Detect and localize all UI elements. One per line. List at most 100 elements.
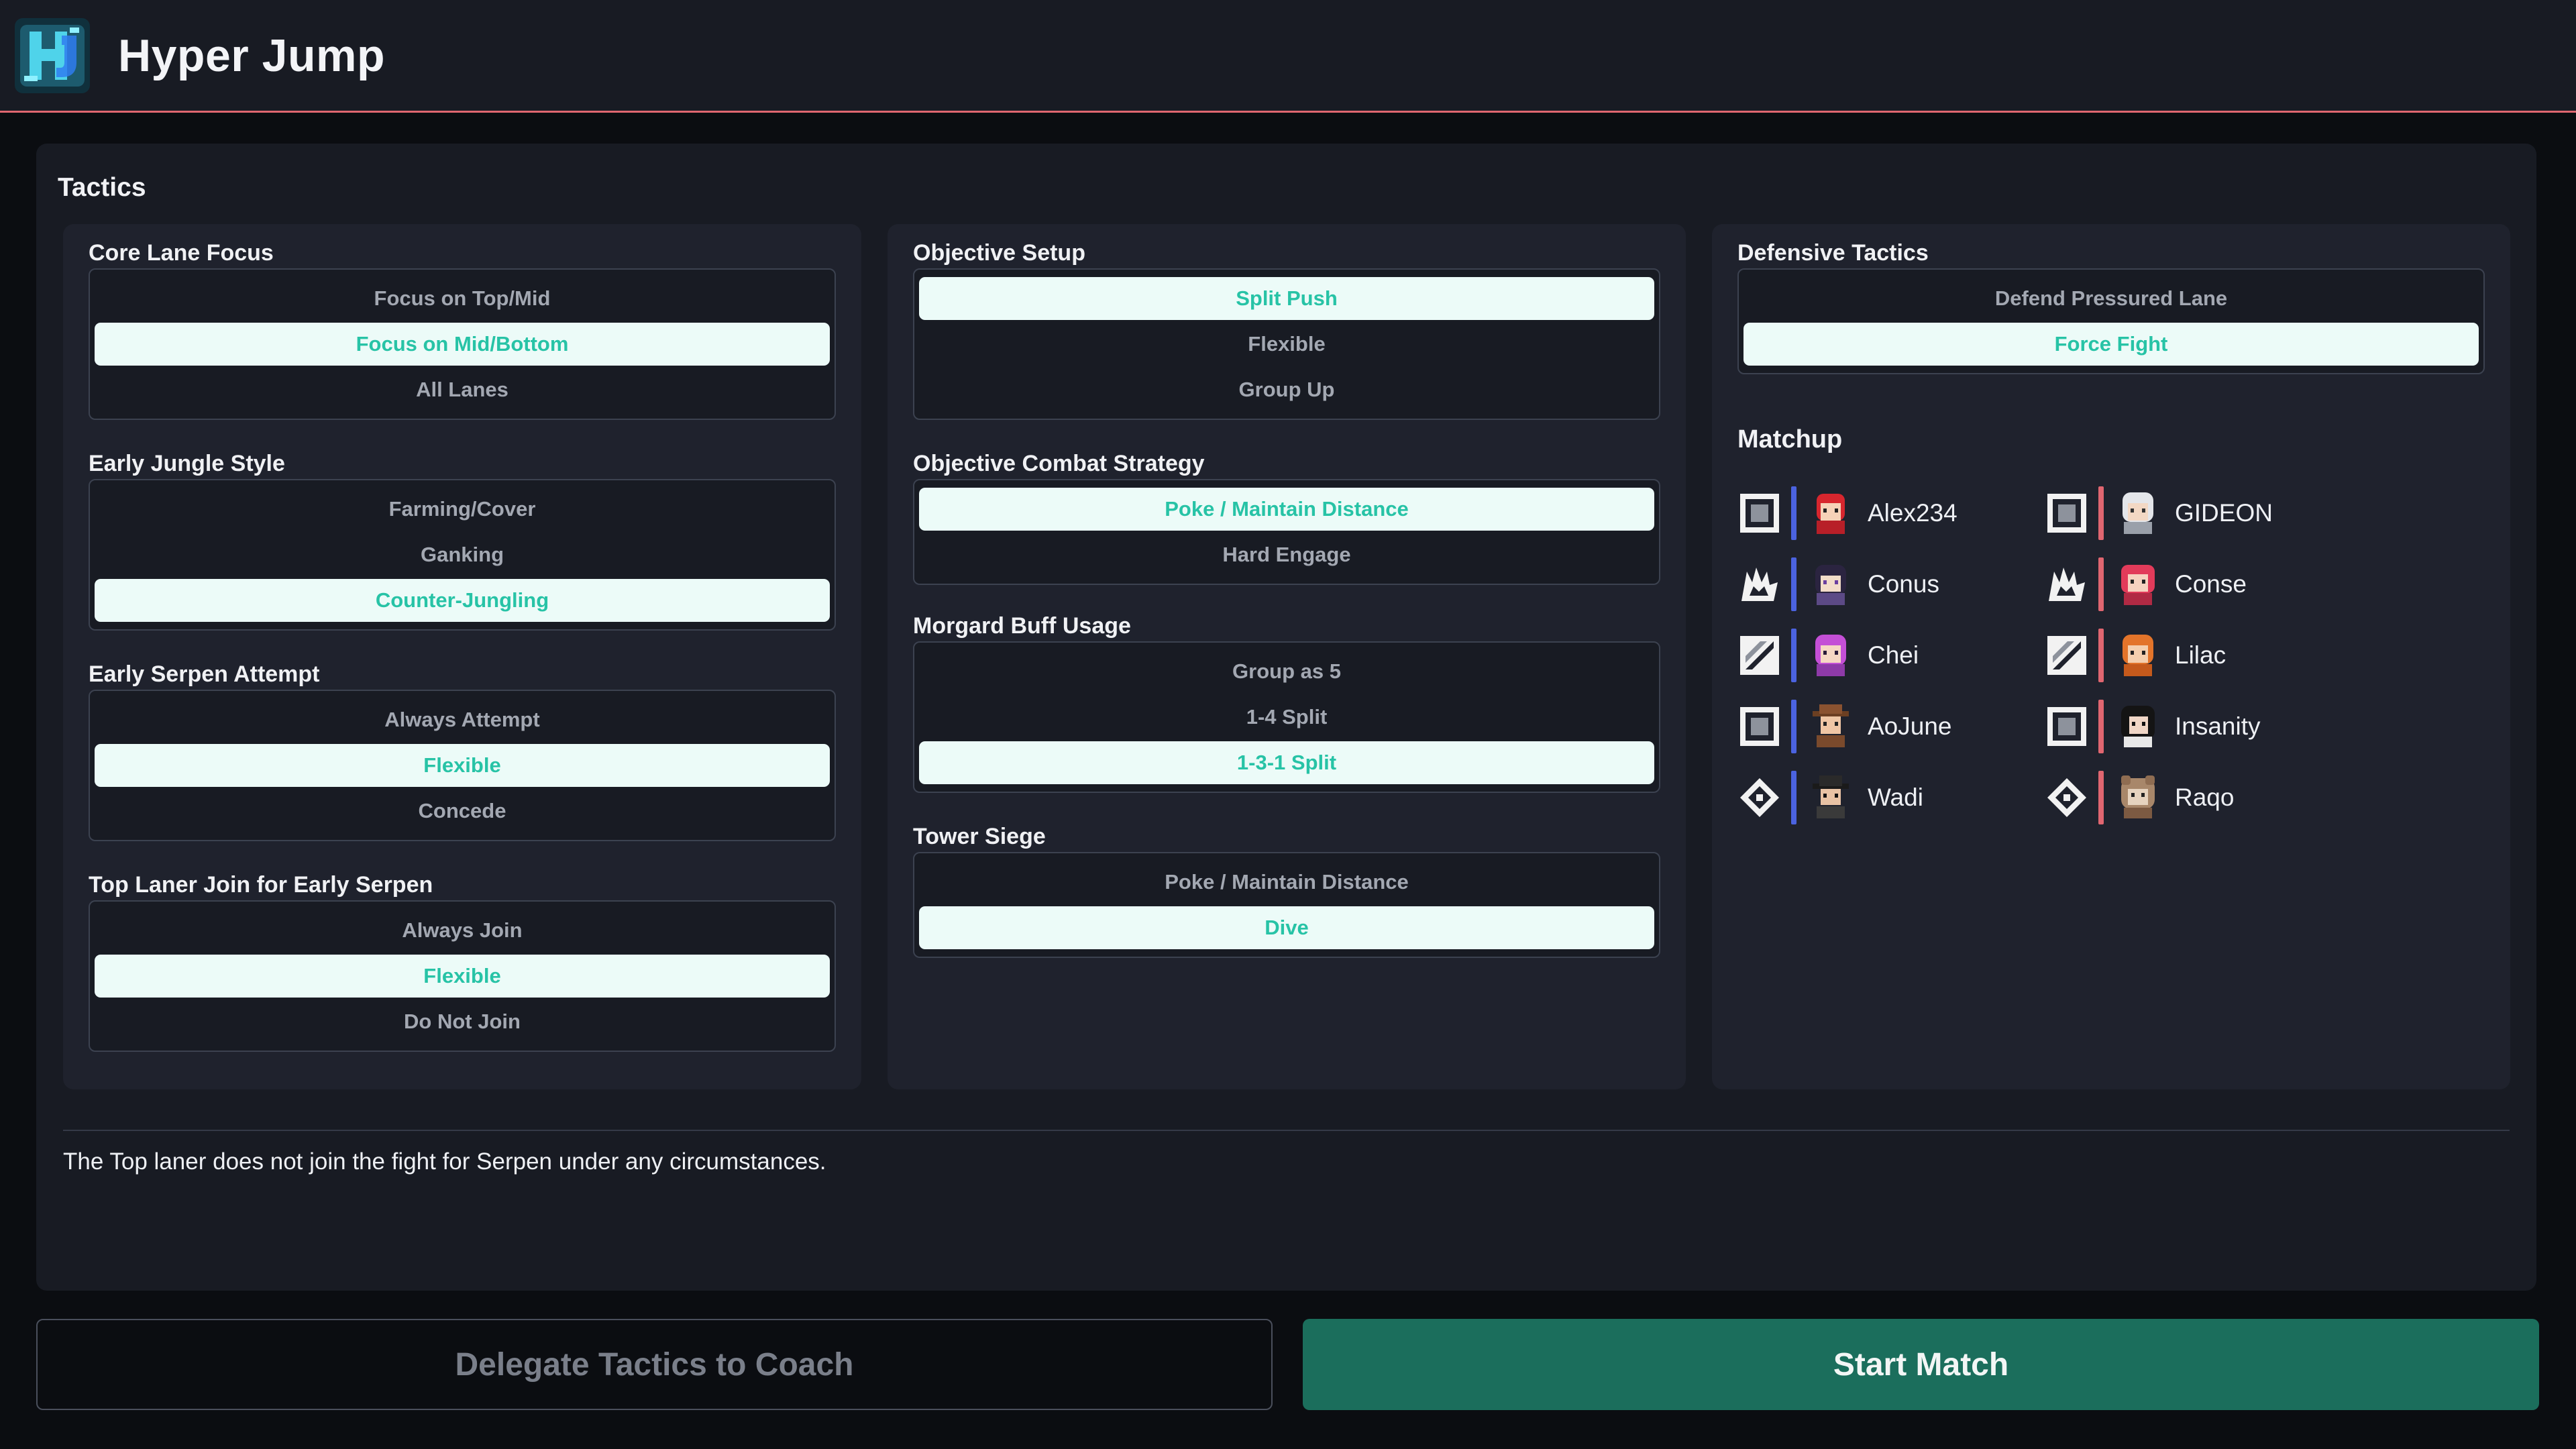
group-title: Objective Setup — [913, 240, 1085, 266]
option-split-push[interactable]: Split Push — [919, 277, 1654, 320]
red-hair-avatar — [2121, 565, 2155, 605]
option-always-join[interactable]: Always Join — [95, 909, 830, 952]
tactics-column-1: Core Lane Focus Focus on Top/Mid Focus o… — [63, 224, 861, 1089]
tactics-column-2: Objective Setup Split Push Flexible Grou… — [888, 224, 1686, 1089]
option-flexible[interactable]: Flexible — [919, 323, 1654, 366]
player-row: Chei — [1737, 620, 1957, 691]
option-list: Poke / Maintain Distance Dive — [913, 852, 1660, 958]
blue-side-bar — [1791, 557, 1796, 611]
hyper-jump-logo-icon — [15, 17, 90, 93]
group-title: Defensive Tactics — [1737, 240, 1929, 266]
claw-icon — [1741, 568, 1778, 601]
option-concede[interactable]: Concede — [95, 790, 830, 833]
pink-hair-avatar — [1815, 635, 1846, 676]
option-list: Always Join Flexible Do Not Join — [89, 900, 836, 1052]
option-dive[interactable]: Dive — [919, 906, 1654, 949]
player-row: Wadi — [1737, 762, 1957, 833]
group-title: Early Serpen Attempt — [89, 661, 320, 687]
core-lane-focus-group: Core Lane Focus Focus on Top/Mid Focus o… — [89, 240, 836, 420]
option-list: Focus on Top/Mid Focus on Mid/Bottom All… — [89, 268, 836, 420]
option-all-lanes[interactable]: All Lanes — [95, 368, 830, 411]
hat-avatar — [1813, 704, 1849, 747]
option-group-up[interactable]: Group Up — [919, 368, 1654, 411]
option-always-attempt[interactable]: Always Attempt — [95, 698, 830, 741]
player-name: Conse — [2175, 570, 2247, 598]
blue-team-list: Alex234 Conus Chei AoJune Wadi — [1737, 478, 1957, 833]
player-name: Conus — [1868, 570, 1939, 598]
bear-avatar — [2121, 775, 2155, 818]
option-counter-jungling[interactable]: Counter-Jungling — [95, 579, 830, 622]
option-flexible[interactable]: Flexible — [95, 744, 830, 787]
option-hard-engage[interactable]: Hard Engage — [919, 533, 1654, 576]
player-name: Alex234 — [1868, 499, 1957, 527]
blue-side-bar — [1791, 629, 1796, 682]
red-team-list: GIDEON Conse Lilac Insanity Raqo — [2045, 478, 2273, 833]
frame-icon — [1740, 494, 1779, 533]
option-poke-maintain-distance[interactable]: Poke / Maintain Distance — [919, 861, 1654, 904]
option-focus-top-mid[interactable]: Focus on Top/Mid — [95, 277, 830, 320]
white-hair-avatar — [2123, 492, 2153, 534]
group-title: Early Jungle Style — [89, 451, 285, 476]
blue-side-bar — [1791, 486, 1796, 540]
player-name: AoJune — [1868, 712, 1952, 740]
option-list: Split Push Flexible Group Up — [913, 268, 1660, 420]
frame-icon — [2047, 707, 2086, 746]
group-title: Top Laner Join for Early Serpen — [89, 872, 433, 898]
player-row: Conus — [1737, 549, 1957, 620]
group-title: Core Lane Focus — [89, 240, 274, 266]
player-row: Conse — [2045, 549, 2273, 620]
objective-setup-group: Objective Setup Split Push Flexible Grou… — [913, 240, 1660, 420]
option-1-4-split[interactable]: 1-4 Split — [919, 696, 1654, 739]
option-group-as-5[interactable]: Group as 5 — [919, 650, 1654, 693]
red-side-bar — [2098, 629, 2104, 682]
start-match-button[interactable]: Start Match — [1303, 1319, 2539, 1410]
delegate-tactics-button[interactable]: Delegate Tactics to Coach — [36, 1319, 1273, 1410]
option-focus-mid-bottom[interactable]: Focus on Mid/Bottom — [95, 323, 830, 366]
matchup-title: Matchup — [1737, 425, 1843, 453]
player-row: Raqo — [2045, 762, 2273, 833]
red-side-bar — [2098, 486, 2104, 540]
slash-icon — [1740, 636, 1779, 675]
group-title: Objective Combat Strategy — [913, 451, 1205, 476]
claw-icon — [2049, 568, 2085, 601]
tactics-column-3: Defensive Tactics Defend Pressured Lane … — [1712, 224, 2510, 1089]
blue-side-bar — [1791, 771, 1796, 824]
option-defend-pressured-lane[interactable]: Defend Pressured Lane — [1743, 277, 2479, 320]
objective-combat-strategy-group: Objective Combat Strategy Poke / Maintai… — [913, 451, 1660, 585]
player-row: Lilac — [2045, 620, 2273, 691]
option-do-not-join[interactable]: Do Not Join — [95, 1000, 830, 1043]
option-list: Always Attempt Flexible Concede — [89, 690, 836, 841]
option-ganking[interactable]: Ganking — [95, 533, 830, 576]
top-laner-join-group: Top Laner Join for Early Serpen Always J… — [89, 872, 836, 1052]
black-hair-avatar — [2121, 706, 2155, 747]
option-list: Group as 5 1-4 Split 1-3-1 Split — [913, 641, 1660, 793]
red-side-bar — [2098, 557, 2104, 611]
divider — [63, 1130, 2510, 1131]
option-flexible[interactable]: Flexible — [95, 955, 830, 998]
player-name: GIDEON — [2175, 499, 2273, 527]
option-list: Farming/Cover Ganking Counter-Jungling — [89, 479, 836, 631]
slash-icon — [2047, 636, 2086, 675]
group-title: Morgard Buff Usage — [913, 613, 1131, 639]
player-name: Chei — [1868, 641, 1919, 669]
player-row: Alex234 — [1737, 478, 1957, 549]
red-hair-avatar — [1817, 494, 1845, 534]
tactics-title: Tactics — [58, 173, 146, 202]
tactics-panel: Tactics Core Lane Focus Focus on Top/Mid… — [36, 144, 2536, 1291]
option-1-3-1-split[interactable]: 1-3-1 Split — [919, 741, 1654, 784]
morgard-buff-usage-group: Morgard Buff Usage Group as 5 1-4 Split … — [913, 613, 1660, 793]
red-side-bar — [2098, 771, 2104, 824]
orange-hair-avatar — [2123, 635, 2153, 676]
player-name: Insanity — [2175, 712, 2261, 740]
red-side-bar — [2098, 700, 2104, 753]
tactic-description: The Top laner does not join the fight fo… — [63, 1148, 826, 1175]
player-row: AoJune — [1737, 691, 1957, 762]
option-force-fight[interactable]: Force Fight — [1743, 323, 2479, 366]
player-row: Insanity — [2045, 691, 2273, 762]
early-jungle-style-group: Early Jungle Style Farming/Cover Ganking… — [89, 451, 836, 631]
option-list: Defend Pressured Lane Force Fight — [1737, 268, 2485, 374]
frame-icon — [2047, 494, 2086, 533]
option-poke-maintain-distance[interactable]: Poke / Maintain Distance — [919, 488, 1654, 531]
option-farming-cover[interactable]: Farming/Cover — [95, 488, 830, 531]
early-serpen-attempt-group: Early Serpen Attempt Always Attempt Flex… — [89, 661, 836, 841]
